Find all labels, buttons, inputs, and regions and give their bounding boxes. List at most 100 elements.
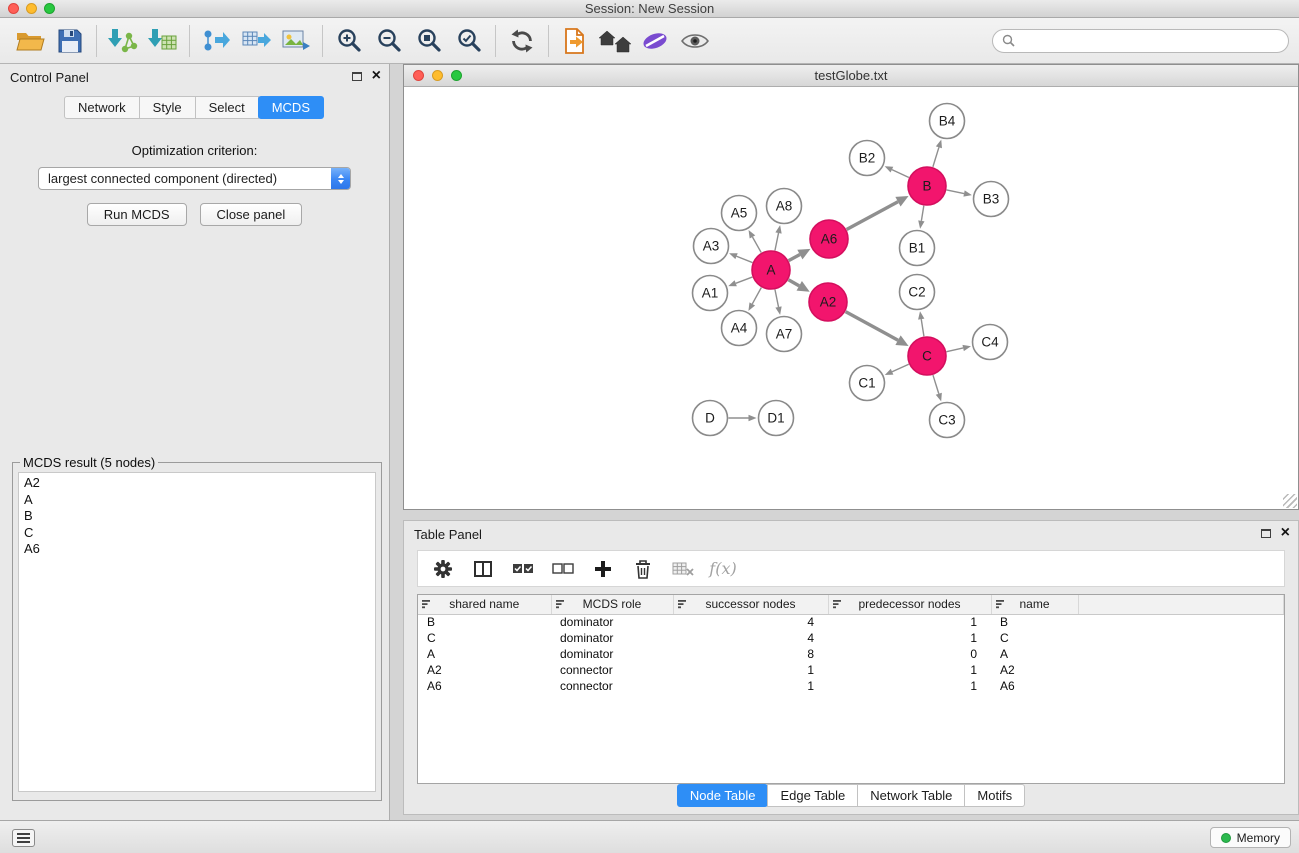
control-panel-float-button[interactable]	[352, 72, 362, 81]
graph-node-B2[interactable]: B2	[850, 141, 885, 176]
cell-successor-nodes[interactable]: 1	[673, 678, 828, 694]
graph-node-B[interactable]: B	[908, 167, 946, 205]
close-window-button[interactable]	[8, 3, 19, 14]
network-close-button[interactable]	[413, 70, 424, 81]
network-canvas[interactable]: B4B2BB3A5A8A6B1A3AC2A1A2A4A7C4CC1C3DD1	[404, 87, 1298, 509]
import-network-button[interactable]	[103, 20, 143, 62]
graph-node-A6[interactable]: A6	[810, 220, 848, 258]
maximize-window-button[interactable]	[44, 3, 55, 14]
tab-style[interactable]: Style	[139, 96, 196, 119]
cell-name[interactable]: A2	[991, 662, 1078, 678]
graph-edge-B-B1[interactable]	[921, 206, 923, 221]
close-panel-button[interactable]: Close panel	[200, 203, 303, 226]
column-header-shared-name[interactable]: shared name	[418, 595, 551, 614]
network-window-titlebar[interactable]: testGlobe.txt	[404, 65, 1298, 87]
graph-node-A1[interactable]: A1	[693, 276, 728, 311]
cell-shared-name[interactable]: B	[418, 614, 551, 630]
zoom-fit-button[interactable]	[409, 20, 449, 62]
table-settings-button[interactable]	[427, 554, 459, 584]
tab-network-table[interactable]: Network Table	[857, 784, 965, 807]
graph-edge-A-A6[interactable]	[789, 255, 800, 261]
graph-node-B3[interactable]: B3	[974, 182, 1009, 217]
function-builder-button[interactable]: f(x)	[707, 554, 739, 584]
cell-shared-name[interactable]: A2	[418, 662, 551, 678]
tab-edge-table[interactable]: Edge Table	[767, 784, 858, 807]
cell-predecessor-nodes[interactable]: 1	[828, 678, 991, 694]
export-network-button[interactable]	[196, 20, 236, 62]
panel-menu-button[interactable]	[12, 829, 35, 847]
graph-edge-A-A1[interactable]	[736, 277, 753, 283]
graph-edge-A-A2[interactable]	[788, 280, 799, 286]
cell-successor-nodes[interactable]: 1	[673, 662, 828, 678]
cell-mcds-role[interactable]: connector	[551, 662, 673, 678]
tab-node-table[interactable]: Node Table	[677, 784, 769, 807]
zoom-out-button[interactable]	[369, 20, 409, 62]
graph-node-D1[interactable]: D1	[759, 401, 794, 436]
import-table-button[interactable]	[143, 20, 183, 62]
cell-name[interactable]: A	[991, 646, 1078, 662]
control-panel-close-button[interactable]: ×	[372, 67, 381, 85]
graph-edge-B-B4[interactable]	[933, 147, 939, 167]
cell-name[interactable]: B	[991, 614, 1078, 630]
deselect-all-rows-button[interactable]	[547, 554, 579, 584]
cell-successor-nodes[interactable]: 4	[673, 630, 828, 646]
cell-predecessor-nodes[interactable]: 1	[828, 614, 991, 630]
cell-name[interactable]: C	[991, 630, 1078, 646]
show-graphics-details-button[interactable]	[675, 20, 715, 62]
cell-shared-name[interactable]: A6	[418, 678, 551, 694]
add-button[interactable]	[587, 554, 619, 584]
column-header-mcds-role[interactable]: MCDS role	[551, 595, 673, 614]
graph-node-A4[interactable]: A4	[722, 311, 757, 346]
tab-motifs[interactable]: Motifs	[964, 784, 1025, 807]
network-minimize-button[interactable]	[432, 70, 443, 81]
graph-node-A[interactable]: A	[752, 251, 790, 289]
vizmapper-button[interactable]	[635, 20, 675, 62]
run-mcds-button[interactable]: Run MCDS	[87, 203, 187, 226]
open-session-button[interactable]	[10, 20, 50, 62]
table-panel-float-button[interactable]	[1261, 529, 1271, 538]
zoom-selected-button[interactable]	[449, 20, 489, 62]
graph-edge-C-C3[interactable]	[933, 375, 939, 394]
cell-mcds-role[interactable]: dominator	[551, 646, 673, 662]
graph-node-A7[interactable]: A7	[767, 317, 802, 352]
show-columns-button[interactable]	[467, 554, 499, 584]
graph-edge-A-A8[interactable]	[775, 233, 779, 250]
graph-node-C2[interactable]: C2	[900, 275, 935, 310]
graph-node-A2[interactable]: A2	[809, 283, 847, 321]
apply-layout-button[interactable]	[502, 20, 542, 62]
graph-node-C3[interactable]: C3	[930, 403, 965, 438]
graph-node-B4[interactable]: B4	[930, 104, 965, 139]
graph-node-B1[interactable]: B1	[900, 231, 935, 266]
graph-edge-C-C4[interactable]	[947, 348, 964, 352]
export-image-button[interactable]	[276, 20, 316, 62]
graph-edge-A-A7[interactable]	[775, 290, 779, 307]
column-header-successor-nodes[interactable]: successor nodes	[673, 595, 828, 614]
tab-mcds[interactable]: MCDS	[258, 96, 324, 119]
graph-node-C[interactable]: C	[908, 337, 946, 375]
network-maximize-button[interactable]	[451, 70, 462, 81]
export-table-button[interactable]	[236, 20, 276, 62]
network-graph[interactable]: B4B2BB3A5A8A6B1A3AC2A1A2A4A7C4CC1C3DD1	[404, 87, 1298, 509]
cell-mcds-role[interactable]: dominator	[551, 614, 673, 630]
graph-edge-A6-B[interactable]	[847, 202, 898, 230]
graph-node-C4[interactable]: C4	[973, 325, 1008, 360]
graph-node-A8[interactable]: A8	[767, 189, 802, 224]
cell-shared-name[interactable]: A	[418, 646, 551, 662]
graph-edge-A-A3[interactable]	[737, 256, 753, 262]
tab-network[interactable]: Network	[64, 96, 140, 119]
resize-grip[interactable]	[1283, 494, 1297, 508]
graph-edge-A2-C[interactable]	[846, 312, 898, 341]
cell-shared-name[interactable]: C	[418, 630, 551, 646]
cell-mcds-role[interactable]: dominator	[551, 630, 673, 646]
graph-edge-A-A5[interactable]	[752, 237, 761, 253]
graph-edge-C-C1[interactable]	[892, 364, 909, 372]
cell-name[interactable]: A6	[991, 678, 1078, 694]
column-header-predecessor-nodes[interactable]: predecessor nodes	[828, 595, 991, 614]
memory-button[interactable]: Memory	[1210, 827, 1291, 848]
cell-predecessor-nodes[interactable]: 1	[828, 662, 991, 678]
cell-successor-nodes[interactable]: 8	[673, 646, 828, 662]
select-all-rows-button[interactable]	[507, 554, 539, 584]
cell-mcds-role[interactable]: connector	[551, 678, 673, 694]
cell-predecessor-nodes[interactable]: 0	[828, 646, 991, 662]
minimize-window-button[interactable]	[26, 3, 37, 14]
